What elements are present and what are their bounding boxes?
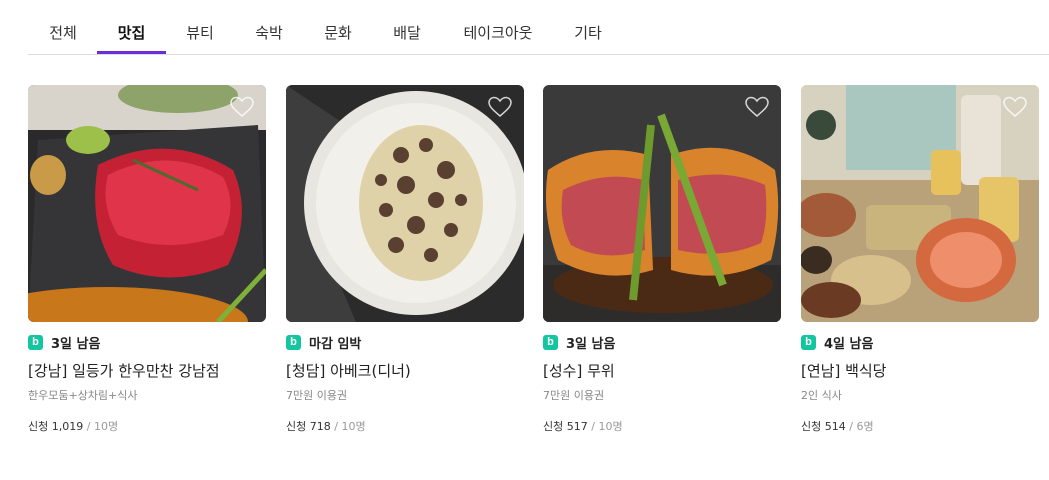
- tab-culture[interactable]: 문화: [314, 0, 362, 54]
- deadline-badge: b 마감 임박: [286, 333, 362, 352]
- heart-icon[interactable]: [1003, 96, 1027, 118]
- deadline-text: 4일 남음: [824, 336, 874, 352]
- tab-restaurants[interactable]: 맛집: [97, 0, 166, 54]
- campaign-offer: 2인 식사: [801, 389, 842, 402]
- applied-label: 신청: [286, 420, 307, 433]
- campaign-card[interactable]: b 마감 임박 [청담] 아베크(디너) 7만원 이용권 신청 718 / 10…: [286, 85, 524, 433]
- applied-label: 신청: [28, 420, 49, 433]
- campaign-offer: 7만원 이용권: [286, 389, 348, 402]
- application-stats: 신청 517 / 10명: [543, 420, 623, 433]
- campaign-title[interactable]: [강남] 일등가 한우만찬 강남점: [28, 360, 220, 381]
- thumbnail-image[interactable]: [28, 85, 266, 322]
- thumbnail-image[interactable]: [801, 85, 1039, 322]
- campaign-title[interactable]: [청담] 아베크(디너): [286, 360, 411, 381]
- deadline-badge: b 3일 남음: [28, 333, 101, 352]
- applied-label: 신청: [543, 420, 564, 433]
- campaign-title[interactable]: [성수] 무위: [543, 360, 615, 381]
- raw-beef-steak-photo: [28, 85, 266, 322]
- deadline-text: 3일 남음: [566, 336, 616, 352]
- tab-takeout[interactable]: 테이크아웃: [453, 0, 543, 54]
- campaign-offer: 7만원 이용권: [543, 389, 605, 402]
- deadline-text: 3일 남음: [51, 336, 101, 352]
- applied-count: 1,019: [51, 420, 84, 433]
- tab-delivery[interactable]: 배달: [383, 0, 431, 54]
- campaign-card[interactable]: b 3일 남음 [성수] 무위 7만원 이용권 신청 517 / 10명: [543, 85, 781, 433]
- thumbnail-image[interactable]: [286, 85, 524, 322]
- tab-other[interactable]: 기타: [564, 0, 612, 54]
- platform-badge-icon: b: [801, 334, 816, 350]
- campaign-title[interactable]: [연남] 백식당: [801, 360, 886, 381]
- heart-icon[interactable]: [488, 96, 512, 118]
- applied-label: 신청: [801, 420, 822, 433]
- campaign-offer: 한우모둠+상차림+식사: [28, 389, 138, 402]
- heart-icon[interactable]: [230, 96, 254, 118]
- applied-count: 517: [566, 420, 588, 433]
- category-tab-bar: 전체 맛집 뷰티 숙박 문화 배달 테이크아웃 기타: [28, 0, 1049, 55]
- platform-badge-icon: b: [286, 334, 301, 350]
- applied-count: 718: [309, 420, 331, 433]
- platform-badge-icon: b: [28, 334, 43, 350]
- application-stats: 신청 718 / 10명: [286, 420, 366, 433]
- deadline-badge: b 3일 남음: [543, 333, 616, 352]
- capacity: 6명: [856, 420, 874, 433]
- beef-wellington-photo: [543, 85, 781, 322]
- capacity: 10명: [341, 420, 366, 433]
- thumbnail-image[interactable]: [543, 85, 781, 322]
- heart-icon[interactable]: [745, 96, 769, 118]
- truffle-pasta-photo: [286, 85, 524, 322]
- campaign-card[interactable]: b 4일 남음 [연남] 백식당 2인 식사 신청 514 / 6명: [801, 85, 1039, 433]
- deadline-badge: b 4일 남음: [801, 333, 874, 352]
- tab-beauty[interactable]: 뷰티: [176, 0, 224, 54]
- application-stats: 신청 514 / 6명: [801, 420, 874, 433]
- korean-table-dishes-photo: [801, 85, 1039, 322]
- application-stats: 신청 1,019 / 10명: [28, 420, 119, 433]
- platform-badge-icon: b: [543, 334, 558, 350]
- campaign-card[interactable]: b 3일 남음 [강남] 일등가 한우만찬 강남점 한우모둠+상차림+식사 신청…: [28, 85, 266, 433]
- deadline-text: 마감 임박: [309, 336, 362, 352]
- capacity: 10명: [598, 420, 623, 433]
- tab-lodging[interactable]: 숙박: [245, 0, 293, 54]
- capacity: 10명: [93, 420, 119, 433]
- tab-all[interactable]: 전체: [38, 0, 88, 54]
- applied-count: 514: [824, 420, 846, 433]
